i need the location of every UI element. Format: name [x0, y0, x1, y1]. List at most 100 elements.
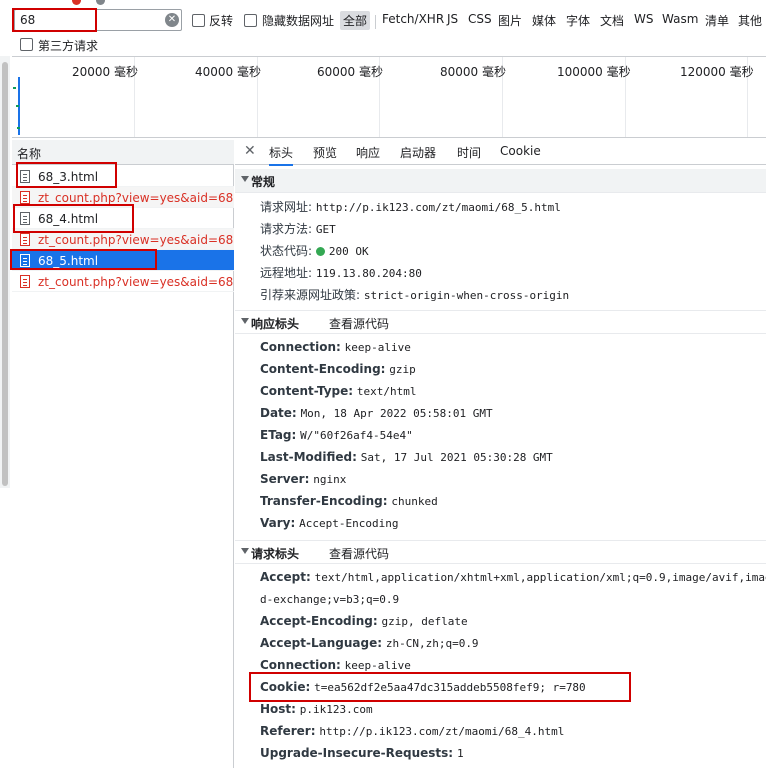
- request-name: zt_count.php?view=yes&aid=68: [38, 233, 234, 247]
- status-ok-icon: [315, 247, 325, 256]
- timeline-request-bar: [13, 87, 16, 89]
- general-row: 引荐来源网址政策: strict-origin-when-cross-origi…: [260, 288, 570, 302]
- timeline-label: 120000 毫秒: [680, 65, 754, 79]
- request-header-row: Accept: text/html,application/xhtml+xml,…: [260, 570, 766, 584]
- type-filter-css[interactable]: CSS: [468, 12, 492, 26]
- error-file-icon: [20, 275, 30, 288]
- document-icon: [20, 170, 30, 183]
- request-header-row-cookie: Cookie: t=ea562df2e5aa47dc315addeb5508fe…: [260, 680, 586, 694]
- type-filter-manifest[interactable]: 清单: [705, 12, 729, 29]
- request-row[interactable]: zt_count.php?view=yes&aid=68: [12, 271, 234, 292]
- third-party-checkbox[interactable]: [20, 38, 33, 51]
- record-icon[interactable]: [72, 0, 81, 5]
- response-header-row: Content-Type: text/html: [260, 384, 417, 398]
- document-icon: [20, 254, 30, 267]
- type-filter-js[interactable]: JS: [447, 12, 458, 26]
- type-filter-font[interactable]: 字体: [566, 12, 590, 29]
- request-row[interactable]: zt_count.php?view=yes&aid=68: [12, 187, 234, 208]
- general-section-header[interactable]: 常规: [235, 169, 766, 193]
- divider: [375, 15, 376, 29]
- tab-response[interactable]: 响应: [356, 144, 380, 161]
- collapse-triangle-icon[interactable]: [241, 318, 249, 324]
- timeline-overview[interactable]: 20000 毫秒 40000 毫秒 60000 毫秒 80000 毫秒 1000…: [12, 56, 766, 138]
- request-header-row-continued: d-exchange;v=b3;q=0.9: [260, 593, 400, 606]
- request-header-row: Referer: http://p.ik123.com/zt/maomi/68_…: [260, 724, 565, 738]
- request-row[interactable]: 68_4.html: [12, 208, 234, 229]
- tab-headers[interactable]: 标头: [269, 144, 294, 166]
- request-header-row: Accept-Encoding: gzip, deflate: [260, 614, 468, 628]
- collapse-triangle-icon[interactable]: [241, 548, 249, 554]
- request-list: 名称 68_3.html zt_count.php?view=yes&aid=6…: [12, 140, 234, 768]
- document-icon: [20, 212, 30, 225]
- type-filter-other[interactable]: 其他: [738, 12, 762, 29]
- error-file-icon: [20, 191, 30, 204]
- request-row[interactable]: zt_count.php?view=yes&aid=68: [12, 229, 234, 250]
- response-header-row: Date: Mon, 18 Apr 2022 05:58:01 GMT: [260, 406, 493, 420]
- response-header-row: Content-Encoding: gzip: [260, 362, 416, 376]
- request-details-panel: ✕ 标头 预览 响应 启动器 时间 Cookie 常规 请求网址: http:/…: [235, 140, 766, 768]
- request-header-row: Upgrade-Insecure-Requests: 1: [260, 746, 464, 760]
- timeline-label: 100000 毫秒: [557, 65, 631, 79]
- invert-checkbox[interactable]: [192, 14, 205, 27]
- timeline-label: 40000 毫秒: [195, 65, 261, 79]
- left-scrollbar-thumb[interactable]: [2, 62, 8, 486]
- type-filter-doc[interactable]: 文档: [600, 12, 624, 29]
- section-title: 响应标头: [251, 317, 300, 331]
- clear-log-icon[interactable]: [96, 0, 105, 5]
- type-filter-wasm[interactable]: Wasm: [662, 12, 698, 26]
- response-header-row: Server: nginx: [260, 472, 347, 486]
- type-filter-fetch-xhr[interactable]: Fetch/XHR: [382, 12, 444, 26]
- tab-timing[interactable]: 时间: [457, 144, 481, 161]
- filter-input-value[interactable]: 68: [20, 13, 35, 27]
- request-row-selected[interactable]: 68_5.html: [12, 250, 234, 271]
- left-scrollbar[interactable]: [0, 56, 10, 488]
- response-header-row: Transfer-Encoding: chunked: [260, 494, 438, 508]
- hide-data-urls-label: 隐藏数据网址: [262, 14, 335, 28]
- request-headers-section-header[interactable]: 请求标头 查看源代码: [235, 540, 766, 564]
- request-name: 68_4.html: [38, 212, 99, 226]
- type-filter-all[interactable]: 全部: [340, 11, 371, 30]
- tab-initiator[interactable]: 启动器: [400, 144, 436, 161]
- filter-input[interactable]: 68 ✕: [14, 9, 182, 31]
- general-row: 状态代码: 200 OK: [260, 244, 369, 258]
- hide-data-urls-checkbox[interactable]: [244, 14, 257, 27]
- close-icon[interactable]: ✕: [244, 143, 256, 159]
- general-row: 请求方法: GET: [260, 222, 336, 236]
- general-row: 远程地址: 119.13.80.204:80: [260, 266, 422, 280]
- invert-label: 反转: [209, 14, 234, 28]
- request-header-row: Host: p.ik123.com: [260, 702, 373, 716]
- tab-cookie[interactable]: Cookie: [500, 144, 541, 158]
- collapse-triangle-icon[interactable]: [241, 176, 249, 182]
- request-row[interactable]: 68_3.html: [12, 166, 234, 187]
- filter-bar: 68 ✕ 反转 隐藏数据网址 全部 Fetch/XHR JS CSS 图片 媒体…: [0, 6, 766, 34]
- general-row: 请求网址: http://p.ik123.com/zt/maomi/68_5.h…: [260, 200, 561, 214]
- request-name: zt_count.php?view=yes&aid=68: [38, 191, 234, 205]
- request-name: zt_count.php?view=yes&aid=68: [38, 275, 234, 289]
- type-filter-media[interactable]: 媒体: [532, 12, 556, 29]
- request-name: 68_5.html: [38, 254, 99, 268]
- response-header-row: ETag: W/"60f26af4-54e4": [260, 428, 413, 442]
- view-source-link[interactable]: 查看源代码: [329, 315, 389, 332]
- name-column-label: 名称: [17, 147, 42, 161]
- type-filter-img[interactable]: 图片: [498, 12, 522, 29]
- clear-filter-icon[interactable]: ✕: [165, 13, 179, 27]
- timeline-request-bar: [17, 127, 20, 129]
- response-headers-section-header[interactable]: 响应标头 查看源代码: [235, 310, 766, 334]
- timeline-request-bar: [16, 105, 19, 107]
- tab-preview[interactable]: 预览: [313, 144, 337, 161]
- type-filter-ws[interactable]: WS: [634, 12, 653, 26]
- request-header-row: Accept-Language: zh-CN,zh;q=0.9: [260, 636, 479, 650]
- request-header-row: Connection: keep-alive: [260, 658, 411, 672]
- name-column-header[interactable]: 名称: [12, 140, 234, 165]
- details-tabbar: ✕ 标头 预览 响应 启动器 时间 Cookie: [235, 140, 766, 166]
- third-party-row: 第三方请求: [0, 34, 766, 56]
- timeline-label: 80000 毫秒: [440, 65, 506, 79]
- request-name: 68_3.html: [38, 170, 99, 184]
- timeline-label: 20000 毫秒: [72, 65, 138, 79]
- section-title: 常规: [251, 175, 276, 189]
- response-header-row: Last-Modified: Sat, 17 Jul 2021 05:30:28…: [260, 450, 553, 464]
- timeline-label: 60000 毫秒: [317, 65, 383, 79]
- response-header-row: Connection: keep-alive: [260, 340, 411, 354]
- view-source-link[interactable]: 查看源代码: [329, 545, 389, 562]
- section-title: 请求标头: [251, 547, 300, 561]
